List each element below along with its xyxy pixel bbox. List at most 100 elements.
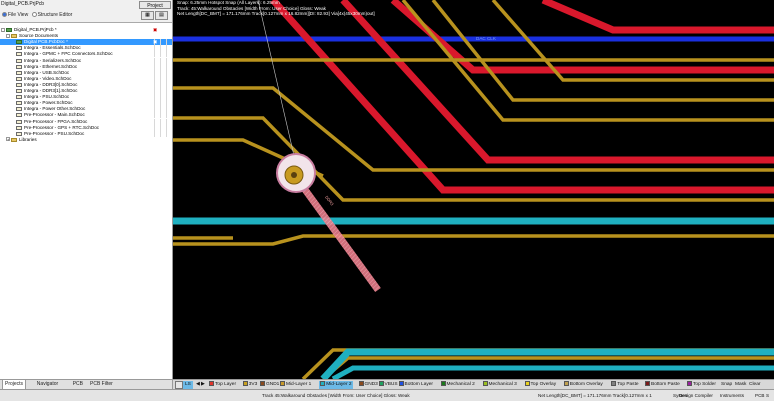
- tree-item-label: Digital_PCB.PrjPcb *: [14, 27, 57, 32]
- structure-editor-label: Structure Editor: [37, 12, 73, 18]
- document-item[interactable]: Integra - Essentials.SchDoc: [0, 45, 172, 52]
- layer-tab-label: VBUS: [384, 382, 398, 387]
- schematic-document-icon: [16, 70, 22, 75]
- document-item[interactable]: Pre-Processor - Main.SchDoc: [0, 112, 172, 119]
- status-panel-design-compiler[interactable]: Design Compiler: [679, 391, 713, 400]
- layer-tab[interactable]: GND3: [358, 381, 378, 389]
- layer-tab[interactable]: GND1: [260, 381, 279, 389]
- schematic-document-icon: [16, 113, 22, 118]
- panel-tab-navigator[interactable]: Navigator: [35, 380, 60, 389]
- hud-net-length: Net Length[DC_BMT] = 171.176mm Track[0.1…: [177, 11, 375, 16]
- tree-item-label: Digital PCB.PcbDoc *: [24, 39, 68, 45]
- layer-color-swatch: [482, 381, 488, 387]
- schematic-document-icon: [16, 46, 22, 51]
- workspace-icon-button[interactable]: ▦: [141, 11, 154, 20]
- document-item[interactable]: Integra - Power.SchDoc: [0, 100, 172, 107]
- panel-tab-pcb-filter[interactable]: PCB Filter: [88, 380, 115, 389]
- folder-item[interactable]: - Digital_PCB.PrjPcb * ▣: [0, 27, 172, 33]
- status-panel-s[interactable]: S: [766, 391, 769, 400]
- folder-icon: [11, 34, 17, 39]
- layer-color-swatch: [440, 381, 446, 387]
- file-view-radio[interactable]: [2, 12, 7, 18]
- document-item[interactable]: Pre-Processor - PSU.SchDoc: [0, 130, 172, 137]
- layer-tab[interactable]: Top Layer: [209, 381, 236, 389]
- layer-color-swatch: [687, 381, 692, 387]
- status-panel-pcb[interactable]: PCB: [755, 391, 764, 400]
- layer-tab-label: 3V3: [248, 382, 258, 387]
- panel-tab-pcb[interactable]: PCB: [71, 380, 85, 389]
- pcb-document-icon: [16, 40, 22, 45]
- document-item[interactable]: Digital PCB.PcbDoc * ▣: [0, 39, 172, 46]
- layer-color-square-icon: [175, 381, 183, 389]
- structure-editor-radio[interactable]: [31, 12, 37, 18]
- layer-tab[interactable]: Bottom Paste: [645, 381, 680, 389]
- view-mode-row: File View Structure Editor: [0, 11, 72, 20]
- layer-tab[interactable]: Top Paste: [611, 381, 639, 389]
- layer-bar-clear[interactable]: Clear: [749, 381, 760, 389]
- document-item[interactable]: Integra - Power Other.SchDoc: [0, 106, 172, 113]
- project-tree: - Digital_PCB.PrjPcb * ▣ - Source Documents D…: [0, 22, 172, 379]
- tree-item-label: Integra - Power Other.SchDoc: [24, 106, 86, 112]
- layer-tab[interactable]: Bottom Layer: [398, 381, 433, 389]
- tree-item-label: Pre-Processor - Main.SchDoc: [24, 112, 85, 118]
- project-button[interactable]: Project: [139, 1, 171, 9]
- tree-item-label: Integra - DDR3[1].SchDoc: [24, 88, 78, 93]
- layer-tab[interactable]: Mid-Layer 2: [319, 381, 353, 389]
- document-item[interactable]: Integra - USB.SchDoc: [0, 69, 172, 76]
- layer-bar-snap[interactable]: Snap: [721, 381, 732, 389]
- tree-item-label: Integra - Video.SchDoc: [24, 75, 72, 81]
- layer-tab[interactable]: Mechanical 2: [440, 381, 475, 389]
- heads-up-display: Snap: 6.25mm Hotspot Snap (All Layers): …: [177, 0, 375, 17]
- net-label: DAC CLK: [476, 36, 496, 41]
- layer-tab[interactable]: LS: [183, 381, 193, 389]
- layer-tab[interactable]: Top Overlay: [524, 381, 557, 389]
- layer-tab-label: Top Overlay: [530, 382, 557, 387]
- status-panel-instruments[interactable]: Instruments: [720, 391, 744, 400]
- layer-tab[interactable]: Top Solder: [687, 381, 716, 389]
- document-item[interactable]: Integra - DDR3[1].SchDoc: [0, 88, 172, 94]
- layer-tab-label: Mid-Layer 1: [286, 382, 312, 387]
- schematic-document-icon: [16, 52, 22, 57]
- layer-tab[interactable]: VBUS: [378, 381, 398, 389]
- layer-tab[interactable]: Mechanical 3: [482, 381, 517, 389]
- document-item[interactable]: Pre-Processor - GPS + RTC.SchDoc: [0, 124, 172, 131]
- trace-gold-2: [431, 0, 774, 102]
- document-item[interactable]: Integra - Video.SchDoc: [0, 75, 172, 82]
- layer-bar-mask[interactable]: Mask: [735, 381, 746, 389]
- schematic-document-icon: [16, 89, 22, 93]
- layer-tab[interactable]: Mid-Layer 1: [280, 381, 311, 389]
- layer-tab[interactable]: Bottom Overlay: [563, 381, 603, 389]
- projects-panel: Digital_PCB.PrjPcb Project File View Str…: [0, 0, 173, 400]
- schematic-document-icon: [16, 82, 22, 87]
- tree-item-label: Integra - PSU.SchDoc: [24, 94, 70, 100]
- expand-toggle-icon[interactable]: +: [6, 137, 10, 142]
- tree-item-label: Integra - Ethernet.SchDoc: [24, 63, 78, 69]
- document-item[interactable]: Pre-Processor - FPGA.SchDoc: [0, 118, 172, 125]
- layer-color-swatch: [611, 381, 617, 387]
- pcb-traces: [173, 0, 774, 379]
- layer-color-swatch: [524, 381, 530, 387]
- layer-tab-label: Bottom Overlay: [569, 382, 603, 387]
- tree-item-label: Source Documents: [19, 33, 59, 39]
- layer-tab[interactable]: 3V3: [242, 381, 258, 389]
- document-icon-button[interactable]: ▤: [155, 11, 168, 20]
- tree-item-label: Integra - USB.SchDoc: [24, 69, 70, 75]
- document-item[interactable]: Integra - Serializers.SchDoc: [0, 57, 172, 64]
- folder-item[interactable]: + Libraries: [0, 137, 172, 143]
- layer-color-swatch: [358, 381, 364, 387]
- layer-tab-label: GND1: [266, 382, 280, 387]
- expand-toggle-icon[interactable]: -: [1, 27, 5, 32]
- layer-tab-label: Top Paste: [617, 382, 639, 387]
- document-item[interactable]: Integra - PSU.SchDoc: [0, 94, 172, 101]
- layer-scroll-arrows-icon[interactable]: ◀ ▶: [196, 381, 205, 389]
- document-item[interactable]: Integra - Ethernet.SchDoc: [0, 63, 172, 70]
- schematic-document-icon: [16, 125, 22, 130]
- layer-color-swatch: [645, 381, 650, 387]
- folder-item[interactable]: - Source Documents: [0, 33, 172, 39]
- document-item[interactable]: Integra - GPMC + FPC Connectors.SchDoc: [0, 51, 172, 58]
- layer-color-swatch: [280, 381, 285, 387]
- expand-toggle-icon[interactable]: -: [6, 33, 10, 38]
- pcb-canvas[interactable]: Snap: 6.25mm Hotspot Snap (All Layers): …: [173, 0, 774, 379]
- trace-red-4: [541, 0, 774, 34]
- document-item[interactable]: Integra - DDR3[0].SchDoc: [0, 81, 172, 88]
